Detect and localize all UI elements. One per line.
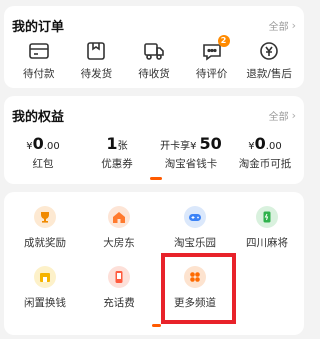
- rights-all-label: 全部: [268, 112, 289, 123]
- rights-label: 优惠券: [101, 158, 133, 170]
- order-label: 待发货: [80, 68, 113, 80]
- orders-row: 待付款 待发货 待收货 2 待评价 退款/售后: [4, 35, 304, 81]
- rights-saving-card[interactable]: 开卡享¥ 50 淘宝省钱卡: [154, 134, 228, 171]
- order-pending-review[interactable]: 2 待评价: [184, 35, 240, 81]
- rights-coupon[interactable]: 1 张 优惠券: [80, 134, 154, 171]
- shop-icon: [34, 266, 56, 288]
- value-suffix: .00: [43, 141, 60, 152]
- value-number: 0: [254, 134, 266, 153]
- rights-label: 淘金币可抵: [238, 158, 292, 170]
- channel-paradise[interactable]: 淘宝乐园: [160, 206, 230, 250]
- rights-value: 1 张: [80, 134, 154, 154]
- orders-title: 我的订单: [12, 20, 65, 35]
- grid-icon: [184, 266, 206, 288]
- page-indicator: [152, 324, 161, 327]
- rights-gold-coin[interactable]: ¥ 0 .00 淘金币可抵: [228, 134, 302, 171]
- value-number: 50: [199, 134, 222, 153]
- phone-icon: [108, 266, 130, 288]
- chevron-right-icon: ›: [291, 19, 296, 32]
- channel-mahjong[interactable]: 四川麻将: [232, 206, 302, 250]
- rights-label: 红包: [32, 158, 54, 170]
- channel-more[interactable]: 更多频道: [160, 266, 230, 310]
- channel-phone-recharge[interactable]: 充话费: [84, 266, 154, 310]
- channels-card: 成就奖励 大房东 淘宝乐园 四川麻将 闲置换钱 充话费 更多频道: [4, 192, 304, 335]
- trophy-icon: [34, 206, 56, 228]
- value-prefix: 开卡享¥: [160, 141, 197, 152]
- value-suffix: 张: [117, 141, 128, 152]
- gamepad-icon: [184, 206, 206, 228]
- channel-label: 闲置换钱: [24, 297, 66, 309]
- value-suffix: .00: [265, 141, 282, 152]
- order-pending-shipment[interactable]: 待发货: [68, 40, 124, 81]
- value-number: 0: [32, 134, 44, 153]
- rights-header: 我的权益 全部 ›: [12, 106, 296, 125]
- rights-value: ¥ 0 .00: [228, 134, 302, 154]
- order-pending-payment[interactable]: 待付款: [11, 40, 67, 81]
- orders-all-label: 全部: [268, 22, 289, 33]
- refund-icon: [260, 42, 278, 60]
- rights-title: 我的权益: [12, 110, 65, 125]
- channel-label: 大房东: [103, 237, 135, 249]
- truck-icon: [144, 43, 164, 60]
- rights-card: 我的权益 全部 › ¥ 0 .00 红包 1 张 优惠券 开卡享¥ 50 淘宝省…: [4, 96, 304, 184]
- mahjong-icon: [256, 206, 278, 228]
- order-refund[interactable]: 退款/售后: [241, 40, 297, 81]
- orders-header: 我的订单 全部 ›: [12, 16, 296, 35]
- channel-achievement[interactable]: 成就奖励: [10, 206, 80, 250]
- house-icon: [108, 206, 130, 228]
- order-label: 退款/售后: [246, 68, 292, 80]
- review-count-badge: 2: [217, 35, 230, 47]
- channel-label: 成就奖励: [24, 237, 66, 249]
- order-label: 待评价: [195, 68, 228, 80]
- channel-label: 充话费: [103, 297, 135, 309]
- chevron-right-icon: ›: [291, 109, 296, 122]
- orders-card: 我的订单 全部 › 待付款 待发货 待收货 2 待评价 退款/售后: [4, 6, 304, 88]
- page-indicator: [150, 177, 162, 180]
- rights-all-link[interactable]: 全部 ›: [269, 108, 296, 123]
- wallet-icon: [28, 43, 49, 59]
- package-icon: [87, 42, 106, 60]
- channel-label: 更多频道: [174, 297, 216, 309]
- value-number: 1: [106, 134, 118, 153]
- rights-red-packet[interactable]: ¥ 0 .00 红包: [6, 134, 80, 171]
- orders-all-link[interactable]: 全部 ›: [269, 18, 296, 33]
- channel-label: 淘宝乐园: [174, 237, 216, 249]
- order-pending-receipt[interactable]: 待收货: [126, 40, 182, 81]
- order-label: 待付款: [23, 68, 55, 80]
- rights-value: ¥ 0 .00: [6, 134, 80, 154]
- rights-label: 淘宝省钱卡: [164, 158, 218, 170]
- channel-label: 四川麻将: [246, 237, 288, 249]
- order-label: 待收货: [138, 68, 170, 80]
- channel-landlord[interactable]: 大房东: [84, 206, 154, 250]
- channel-idle-trade[interactable]: 闲置换钱: [10, 266, 80, 310]
- rights-row: ¥ 0 .00 红包 1 张 优惠券 开卡享¥ 50 淘宝省钱卡 ¥ 0 .00…: [4, 134, 304, 171]
- rights-value: 开卡享¥ 50: [154, 134, 228, 154]
